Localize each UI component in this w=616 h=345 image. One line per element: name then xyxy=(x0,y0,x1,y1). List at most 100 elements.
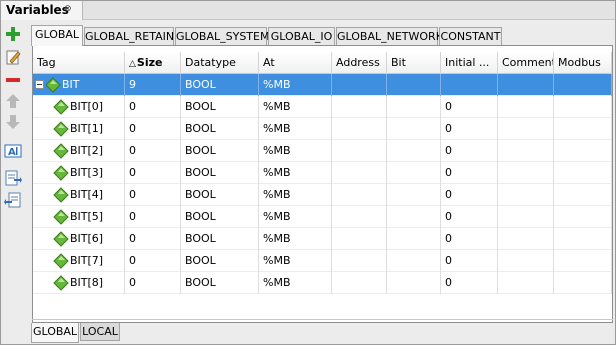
tag-name: BIT xyxy=(62,78,80,91)
view-tab-variables[interactable]: Variables ⊗ xyxy=(1,1,83,20)
table-row[interactable]: BIT[2] 0 BOOL %MB 0 xyxy=(33,140,612,162)
cell-bit xyxy=(387,206,441,228)
cell-tag: BIT[6] xyxy=(33,228,125,250)
column-header-datatype[interactable]: Datatype xyxy=(181,52,259,74)
cell-initial: 0 xyxy=(441,96,498,118)
column-header-at[interactable]: At xyxy=(259,52,332,74)
cell-comment xyxy=(498,162,554,184)
collapse-toggle-icon[interactable] xyxy=(35,80,44,89)
tag-name: BIT[3] xyxy=(70,166,104,179)
cell-modbus xyxy=(554,96,612,118)
tab-global-system[interactable]: GLOBAL_SYSTEM xyxy=(175,27,269,45)
cell-address xyxy=(332,74,387,96)
cell-address xyxy=(332,228,387,250)
column-header-comment[interactable]: Comment xyxy=(498,52,554,74)
tab-constant[interactable]: CONSTANT xyxy=(439,27,502,45)
cell-bit xyxy=(387,228,441,250)
export-icon[interactable] xyxy=(4,191,22,209)
column-header-bit[interactable]: Bit xyxy=(387,52,441,74)
column-header-modbus[interactable]: Modbus xyxy=(554,52,612,74)
cell-datatype: BOOL xyxy=(181,228,259,250)
cell-modbus xyxy=(554,118,612,140)
cell-at: %MB xyxy=(259,272,332,294)
cell-modbus xyxy=(554,272,612,294)
column-header-size[interactable]: △Size xyxy=(125,52,181,74)
tab-global-retain[interactable]: GLOBAL_RETAIN xyxy=(84,27,174,45)
cell-at: %MB xyxy=(259,118,332,140)
cell-modbus xyxy=(554,250,612,272)
cell-size: 0 xyxy=(125,206,181,228)
bottom-tab-local[interactable]: LOCAL xyxy=(80,323,120,341)
cell-datatype: BOOL xyxy=(181,118,259,140)
cell-address xyxy=(332,184,387,206)
cell-tag: BIT[7] xyxy=(33,250,125,272)
panel-title: Variables xyxy=(6,3,69,17)
cell-modbus xyxy=(554,228,612,250)
remove-icon[interactable] xyxy=(4,71,22,89)
column-header-initial[interactable]: Initial ... xyxy=(441,52,498,74)
table-row[interactable]: BIT[4] 0 BOOL %MB 0 xyxy=(33,184,612,206)
cell-comment xyxy=(498,96,554,118)
cell-at: %MB xyxy=(259,228,332,250)
cell-tag: BIT[1] xyxy=(33,118,125,140)
cell-address xyxy=(332,118,387,140)
cell-datatype: BOOL xyxy=(181,74,259,96)
bottom-divider xyxy=(32,319,613,320)
column-header-size-label: Size xyxy=(136,56,163,69)
cell-bit xyxy=(387,140,441,162)
add-icon[interactable] xyxy=(4,25,22,43)
tag-name: BIT[0] xyxy=(70,100,104,113)
bottom-tab-global[interactable]: GLOBAL xyxy=(31,323,79,343)
rename-icon[interactable]: A xyxy=(4,142,22,160)
table-row[interactable]: BIT[5] 0 BOOL %MB 0 xyxy=(33,206,612,228)
cell-comment xyxy=(498,250,554,272)
cell-comment xyxy=(498,228,554,250)
cell-tag: BIT xyxy=(33,74,125,96)
cell-comment xyxy=(498,118,554,140)
variable-diamond-icon xyxy=(53,187,69,203)
table-row[interactable]: BIT[1] 0 BOOL %MB 0 xyxy=(33,118,612,140)
table-row[interactable]: BIT[0] 0 BOOL %MB 0 xyxy=(33,96,612,118)
cell-tag: BIT[8] xyxy=(33,272,125,294)
move-up-icon[interactable] xyxy=(4,92,22,110)
cell-initial xyxy=(441,74,498,96)
move-down-icon[interactable] xyxy=(4,113,22,131)
side-toolbar: A xyxy=(2,23,24,223)
variables-table: Tag △Size Datatype At Address Bit Initia… xyxy=(32,45,613,323)
tag-name: BIT[5] xyxy=(70,210,104,223)
cell-bit xyxy=(387,118,441,140)
tab-global-io[interactable]: GLOBAL_IO xyxy=(268,27,335,45)
edit-icon[interactable] xyxy=(4,48,22,66)
close-icon[interactable]: ⊗ xyxy=(64,4,72,14)
cell-tag: BIT[5] xyxy=(33,206,125,228)
cell-comment xyxy=(498,74,554,96)
cell-address xyxy=(332,272,387,294)
tab-global-network[interactable]: GLOBAL_NETWORK xyxy=(336,27,443,45)
table-row[interactable]: BIT[3] 0 BOOL %MB 0 xyxy=(33,162,612,184)
tag-name: BIT[1] xyxy=(70,122,104,135)
cell-datatype: BOOL xyxy=(181,272,259,294)
cell-modbus xyxy=(554,206,612,228)
table-row[interactable]: BIT 9 BOOL %MB xyxy=(33,74,612,96)
cell-modbus xyxy=(554,74,612,96)
column-header-address[interactable]: Address xyxy=(332,52,387,74)
cell-address xyxy=(332,140,387,162)
import-icon[interactable] xyxy=(4,169,22,187)
cell-comment xyxy=(498,272,554,294)
tab-global[interactable]: GLOBAL xyxy=(31,25,83,46)
table-row[interactable]: BIT[7] 0 BOOL %MB 0 xyxy=(33,250,612,272)
cell-size: 0 xyxy=(125,184,181,206)
cell-tag: BIT[2] xyxy=(33,140,125,162)
cell-initial: 0 xyxy=(441,250,498,272)
variable-diamond-icon xyxy=(53,165,69,181)
cell-bit xyxy=(387,272,441,294)
tag-name: BIT[8] xyxy=(70,276,104,289)
cell-address xyxy=(332,96,387,118)
table-row[interactable]: BIT[6] 0 BOOL %MB 0 xyxy=(33,228,612,250)
column-header-tag[interactable]: Tag xyxy=(33,52,125,74)
sort-ascending-icon: △ xyxy=(129,59,136,69)
cell-initial: 0 xyxy=(441,206,498,228)
cell-size: 9 xyxy=(125,74,181,96)
bottom-tab-strip: GLOBAL LOCAL xyxy=(31,323,231,343)
table-row[interactable]: BIT[8] 0 BOOL %MB 0 xyxy=(33,272,612,294)
